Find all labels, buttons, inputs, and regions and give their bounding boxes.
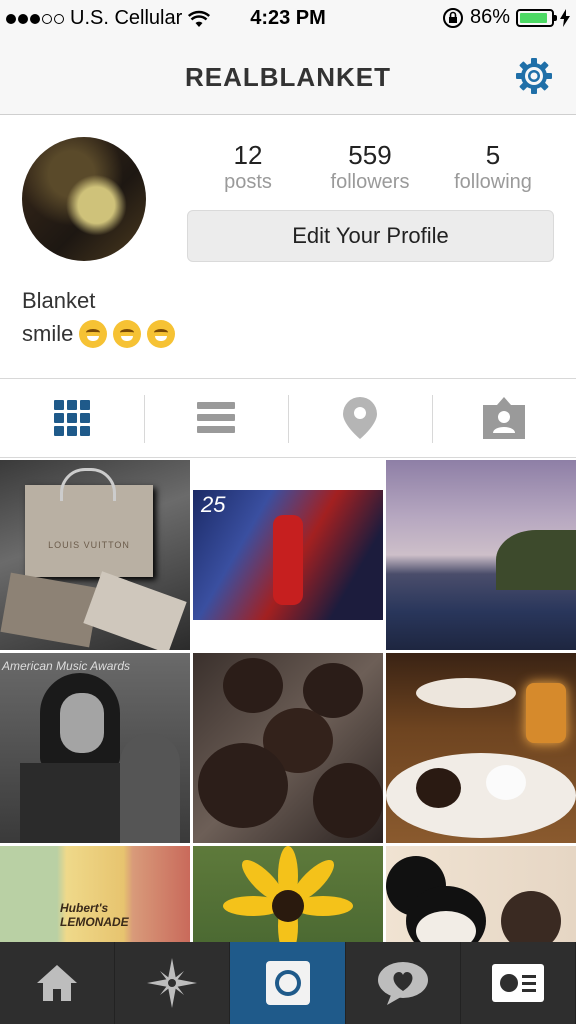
- photo-louis-vuitton-bags[interactable]: LOUIS VUITTON: [0, 460, 190, 650]
- posts-count: 12: [233, 140, 263, 170]
- bottom-tab-bar: [0, 942, 576, 1024]
- nav-bar: REALBLANKET: [0, 36, 576, 115]
- tab-tagged[interactable]: [432, 379, 576, 457]
- tab-explore[interactable]: [115, 942, 231, 1024]
- list-icon: [197, 402, 235, 433]
- photo-sunflower[interactable]: [193, 846, 383, 942]
- camera-icon: [265, 961, 310, 1005]
- followers-stat[interactable]: 559 followers: [305, 140, 435, 194]
- charging-bolt-icon: [560, 8, 570, 27]
- edit-profile-button[interactable]: Edit Your Profile: [187, 210, 554, 262]
- posts-label: posts: [224, 171, 272, 193]
- tab-grid[interactable]: [0, 379, 144, 457]
- posts-stat[interactable]: 12 posts: [183, 140, 313, 194]
- clock: 4:23 PM: [250, 7, 326, 29]
- tab-home[interactable]: [0, 942, 116, 1024]
- photo-thriller-album-art[interactable]: 25: [193, 460, 383, 650]
- home-icon: [37, 965, 78, 1001]
- tab-map[interactable]: [288, 379, 432, 457]
- tab-list[interactable]: [144, 379, 288, 457]
- photo-grid: LOUIS VUITTON 25 American Music Awards H…: [0, 460, 576, 942]
- profile-icon: [491, 964, 544, 1002]
- location-pin-icon: [343, 397, 377, 439]
- rotation-lock-icon: [442, 7, 463, 28]
- page-title: REALBLANKET: [185, 62, 391, 92]
- profile-bio: smile: [22, 320, 176, 348]
- bio-text: smile: [22, 321, 74, 346]
- profile-name: Blanket: [22, 288, 96, 313]
- photo-american-music-awards[interactable]: American Music Awards: [0, 653, 190, 843]
- following-label: following: [454, 171, 532, 193]
- photo-mickey-mouse[interactable]: [386, 846, 576, 942]
- tab-activity[interactable]: [346, 942, 461, 1024]
- tagged-person-icon: [483, 397, 525, 439]
- following-count: 5: [485, 140, 501, 170]
- smiley-emoji-icon: [147, 320, 176, 348]
- smiley-emoji-icon: [113, 320, 142, 348]
- photo-dessert-plate[interactable]: [386, 653, 576, 843]
- followers-label: followers: [330, 171, 410, 193]
- battery-icon: [516, 8, 557, 27]
- gear-icon[interactable]: [514, 56, 554, 96]
- photo-infinity-pool[interactable]: [386, 460, 576, 650]
- profile-view-tabs: [0, 378, 576, 458]
- tab-camera[interactable]: [230, 942, 346, 1024]
- tab-profile[interactable]: [461, 942, 576, 1024]
- explore-icon: [147, 958, 198, 1008]
- avatar[interactable]: [22, 137, 146, 261]
- smiley-emoji-icon: [79, 320, 108, 348]
- activity-icon: [377, 962, 428, 1005]
- battery-percent: 86%: [469, 6, 510, 28]
- status-bar: U.S. Cellular 4:23 PM 86%: [0, 0, 576, 36]
- photo-chocolate-cake-pops[interactable]: [193, 653, 383, 843]
- photo-huberts-lemonade[interactable]: Hubert's LEMONADE: [0, 846, 190, 942]
- followers-count: 559: [348, 140, 392, 170]
- following-stat[interactable]: 5 following: [428, 140, 558, 194]
- grid-icon: [54, 400, 90, 436]
